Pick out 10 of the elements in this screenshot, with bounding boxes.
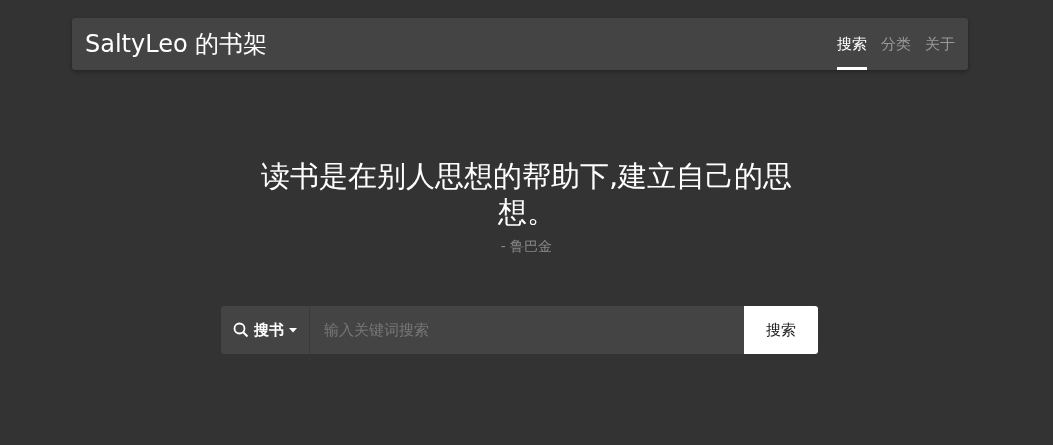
search-button[interactable]: 搜索 (744, 306, 818, 354)
quote-text: 读书是在别人思想的帮助下,建立自己的思想。 (259, 158, 794, 230)
search-icon (233, 322, 249, 338)
nav-tab[interactable]: 搜索 (837, 18, 867, 70)
quote-author: - 鲁巴金 (499, 238, 554, 256)
site-title[interactable]: SaltyLeo 的书架 (85, 28, 268, 60)
nav-tab[interactable]: 分类 (881, 18, 911, 70)
caret-icon (289, 327, 297, 333)
search-scope-dropdown[interactable]: 搜书 (221, 306, 310, 354)
nav-tab[interactable]: 关于 (925, 18, 955, 70)
